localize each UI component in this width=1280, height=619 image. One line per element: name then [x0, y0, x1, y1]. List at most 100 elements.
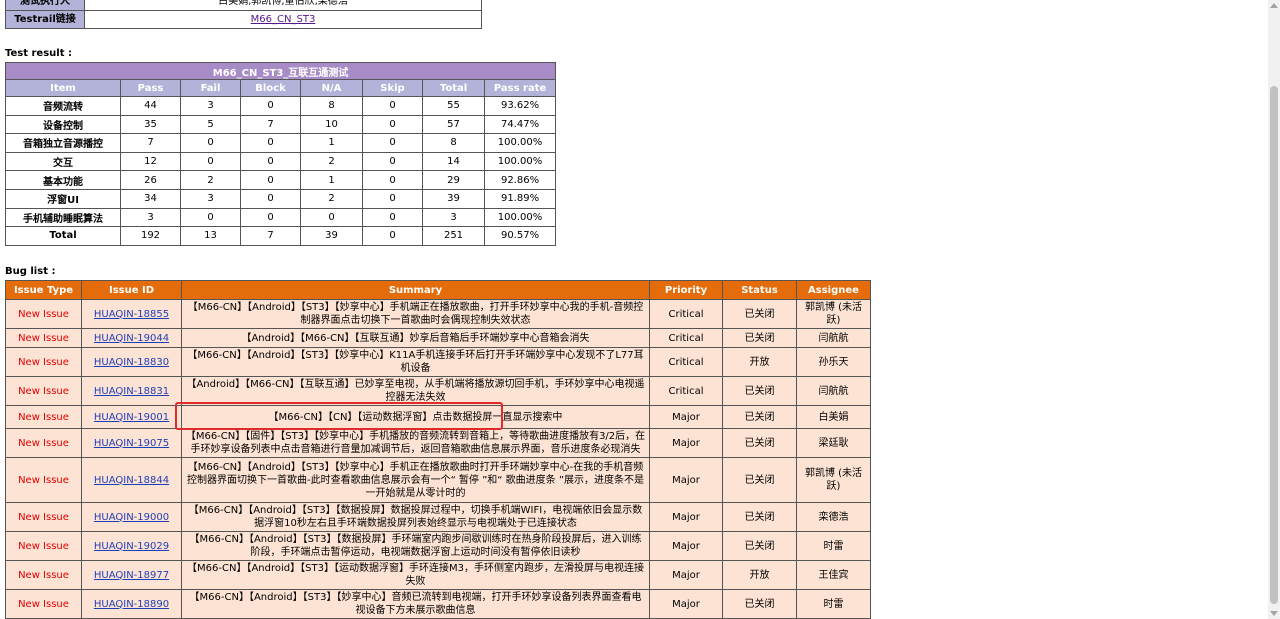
result-value-cell: 8 — [422, 133, 485, 153]
issue-id-link[interactable]: HUAQIN-18844 — [94, 475, 169, 486]
result-row: 浮窗UI 34 3 0 2 0 39 91.89% — [5, 188, 557, 209]
bug-column-header: Issue ID — [81, 280, 182, 300]
result-value-cell: 8 — [300, 96, 363, 116]
result-value-cell: 39 — [300, 226, 363, 246]
bug-row: New Issue HUAQIN-19000 【M66-CN】【Android】【S… — [5, 502, 871, 532]
bug-column-header: Summary — [181, 280, 650, 300]
issue-type-cell: New Issue — [5, 502, 82, 532]
result-value-cell: 0 — [180, 207, 241, 228]
info-row: Testrail链接 M66_CN_ST3 — [5, 10, 482, 29]
status-cell: 已关闭 — [722, 376, 797, 406]
result-value-cell: 14 — [422, 151, 485, 172]
priority-cell: Major — [649, 457, 723, 503]
result-value-cell: 100.00% — [483, 133, 557, 153]
issue-id-link[interactable]: HUAQIN-19001 — [94, 412, 169, 423]
result-item-cell: Total — [5, 226, 121, 246]
result-value-cell: 35 — [120, 114, 181, 135]
result-value-cell: 10 — [300, 114, 363, 135]
result-value-cell: 93.62% — [483, 96, 557, 116]
result-value-cell: 91.89% — [483, 188, 557, 209]
testrail-link[interactable]: M66_CN_ST3 — [251, 14, 316, 25]
issue-id-link[interactable]: HUAQIN-19075 — [94, 438, 169, 449]
result-value-cell: 90.57% — [483, 226, 557, 246]
priority-cell: Major — [649, 405, 723, 429]
bug-column-header: Assignee — [796, 280, 871, 300]
bug-column-header: Issue Type — [5, 280, 82, 300]
scroll-up-arrow-icon[interactable] — [1270, 3, 1278, 8]
result-value-cell: 0 — [362, 133, 423, 153]
status-cell: 已关闭 — [722, 299, 797, 329]
issue-id-link[interactable]: HUAQIN-18830 — [94, 357, 169, 368]
priority-cell: Critical — [649, 376, 723, 406]
result-value-cell: 3 — [422, 207, 485, 228]
issue-id-link[interactable]: HUAQIN-19044 — [94, 333, 169, 344]
issue-id-cell: HUAQIN-18977 — [81, 560, 182, 590]
result-value-cell: 7 — [240, 114, 301, 135]
assignee-cell: 郭凯博 (未活跃) — [796, 299, 871, 329]
info-label: Testrail链接 — [5, 10, 85, 29]
vertical-scrollbar[interactable] — [1268, 0, 1280, 619]
result-value-cell: 0 — [362, 151, 423, 172]
issue-id-cell: HUAQIN-19001 — [81, 405, 182, 429]
scrollbar-thumb[interactable] — [1270, 86, 1278, 604]
result-value-cell: 2 — [300, 188, 363, 209]
result-value-cell: 34 — [120, 188, 181, 209]
result-value-cell: 26 — [120, 170, 181, 190]
test-result-heading: Test result : — [5, 48, 72, 59]
result-value-cell: 7 — [120, 133, 181, 153]
issue-type-cell: New Issue — [5, 428, 82, 458]
result-column-header: Pass — [120, 79, 181, 97]
result-column-header: Total — [422, 79, 485, 97]
issue-id-cell: HUAQIN-19044 — [81, 328, 182, 348]
assignee-cell: 梁廷耿 — [796, 428, 871, 458]
result-item-cell: 手机辅助睡眠算法 — [5, 207, 121, 228]
result-value-cell: 1 — [300, 133, 363, 153]
scroll-down-arrow-icon[interactable] — [1270, 611, 1278, 616]
result-value-cell: 29 — [422, 170, 485, 190]
assignee-cell: 白美娟 — [796, 405, 871, 429]
result-item-cell: 交互 — [5, 151, 121, 172]
issue-id-link[interactable]: HUAQIN-19000 — [94, 512, 169, 523]
priority-cell: Major — [649, 560, 723, 590]
result-value-cell: 0 — [240, 151, 301, 172]
result-value-cell: 55 — [422, 96, 485, 116]
status-cell: 已关闭 — [722, 531, 797, 561]
result-value-cell: 2 — [180, 170, 241, 190]
result-value-cell: 7 — [240, 226, 301, 246]
result-value-cell: 74.47% — [483, 114, 557, 135]
result-column-header: Fail — [180, 79, 241, 97]
bug-list-table: Issue Type Issue ID Summary Priority Status A… — [5, 280, 871, 619]
result-item-cell: 浮窗UI — [5, 188, 121, 209]
issue-type-cell: New Issue — [5, 299, 82, 329]
result-column-header: Pass rate — [483, 79, 557, 97]
result-value-cell: 0 — [362, 96, 423, 116]
status-cell: 已关闭 — [722, 405, 797, 429]
issue-id-link[interactable]: HUAQIN-19029 — [94, 541, 169, 552]
summary-cell: 【M66-CN】【Android】【ST3】【数据投屏】手环端室内跑步间歇训练时… — [181, 531, 650, 561]
result-value-cell: 0 — [240, 188, 301, 209]
result-column-header: Block — [240, 79, 301, 97]
result-value-cell: 92.86% — [483, 170, 557, 190]
test-result-caption: M66_CN_ST3_互联互通测试 — [4, 62, 557, 80]
assignee-cell: 栾德浩 — [796, 502, 871, 532]
result-column-header: Item — [5, 79, 121, 97]
report-page: 测试执行人 白美娟,郭凯博,董伯欣,栾德浩 Testrail链接 M66_CN_ST3… — [0, 0, 1268, 619]
status-cell: 开放 — [722, 560, 797, 590]
result-row: 手机辅助睡眠算法 3 0 0 0 0 3 100.00% — [5, 207, 557, 228]
issue-id-cell: HUAQIN-19029 — [81, 531, 182, 561]
result-value-cell: 3 — [180, 188, 241, 209]
issue-id-link[interactable]: HUAQIN-18977 — [94, 570, 169, 581]
issue-id-link[interactable]: HUAQIN-18855 — [94, 309, 169, 320]
status-cell: 已关闭 — [722, 457, 797, 503]
issue-id-link[interactable]: HUAQIN-18890 — [94, 599, 169, 610]
result-item-cell: 音频流转 — [5, 96, 121, 116]
priority-cell: Major — [649, 589, 723, 619]
result-value-cell: 192 — [120, 226, 181, 246]
result-value-cell: 251 — [422, 226, 485, 246]
result-value-cell: 0 — [362, 188, 423, 209]
issue-id-link[interactable]: HUAQIN-18831 — [94, 386, 169, 397]
bug-column-header: Status — [722, 280, 797, 300]
result-value-cell: 3 — [120, 207, 181, 228]
status-cell: 已关闭 — [722, 589, 797, 619]
result-value-cell: 1 — [300, 170, 363, 190]
